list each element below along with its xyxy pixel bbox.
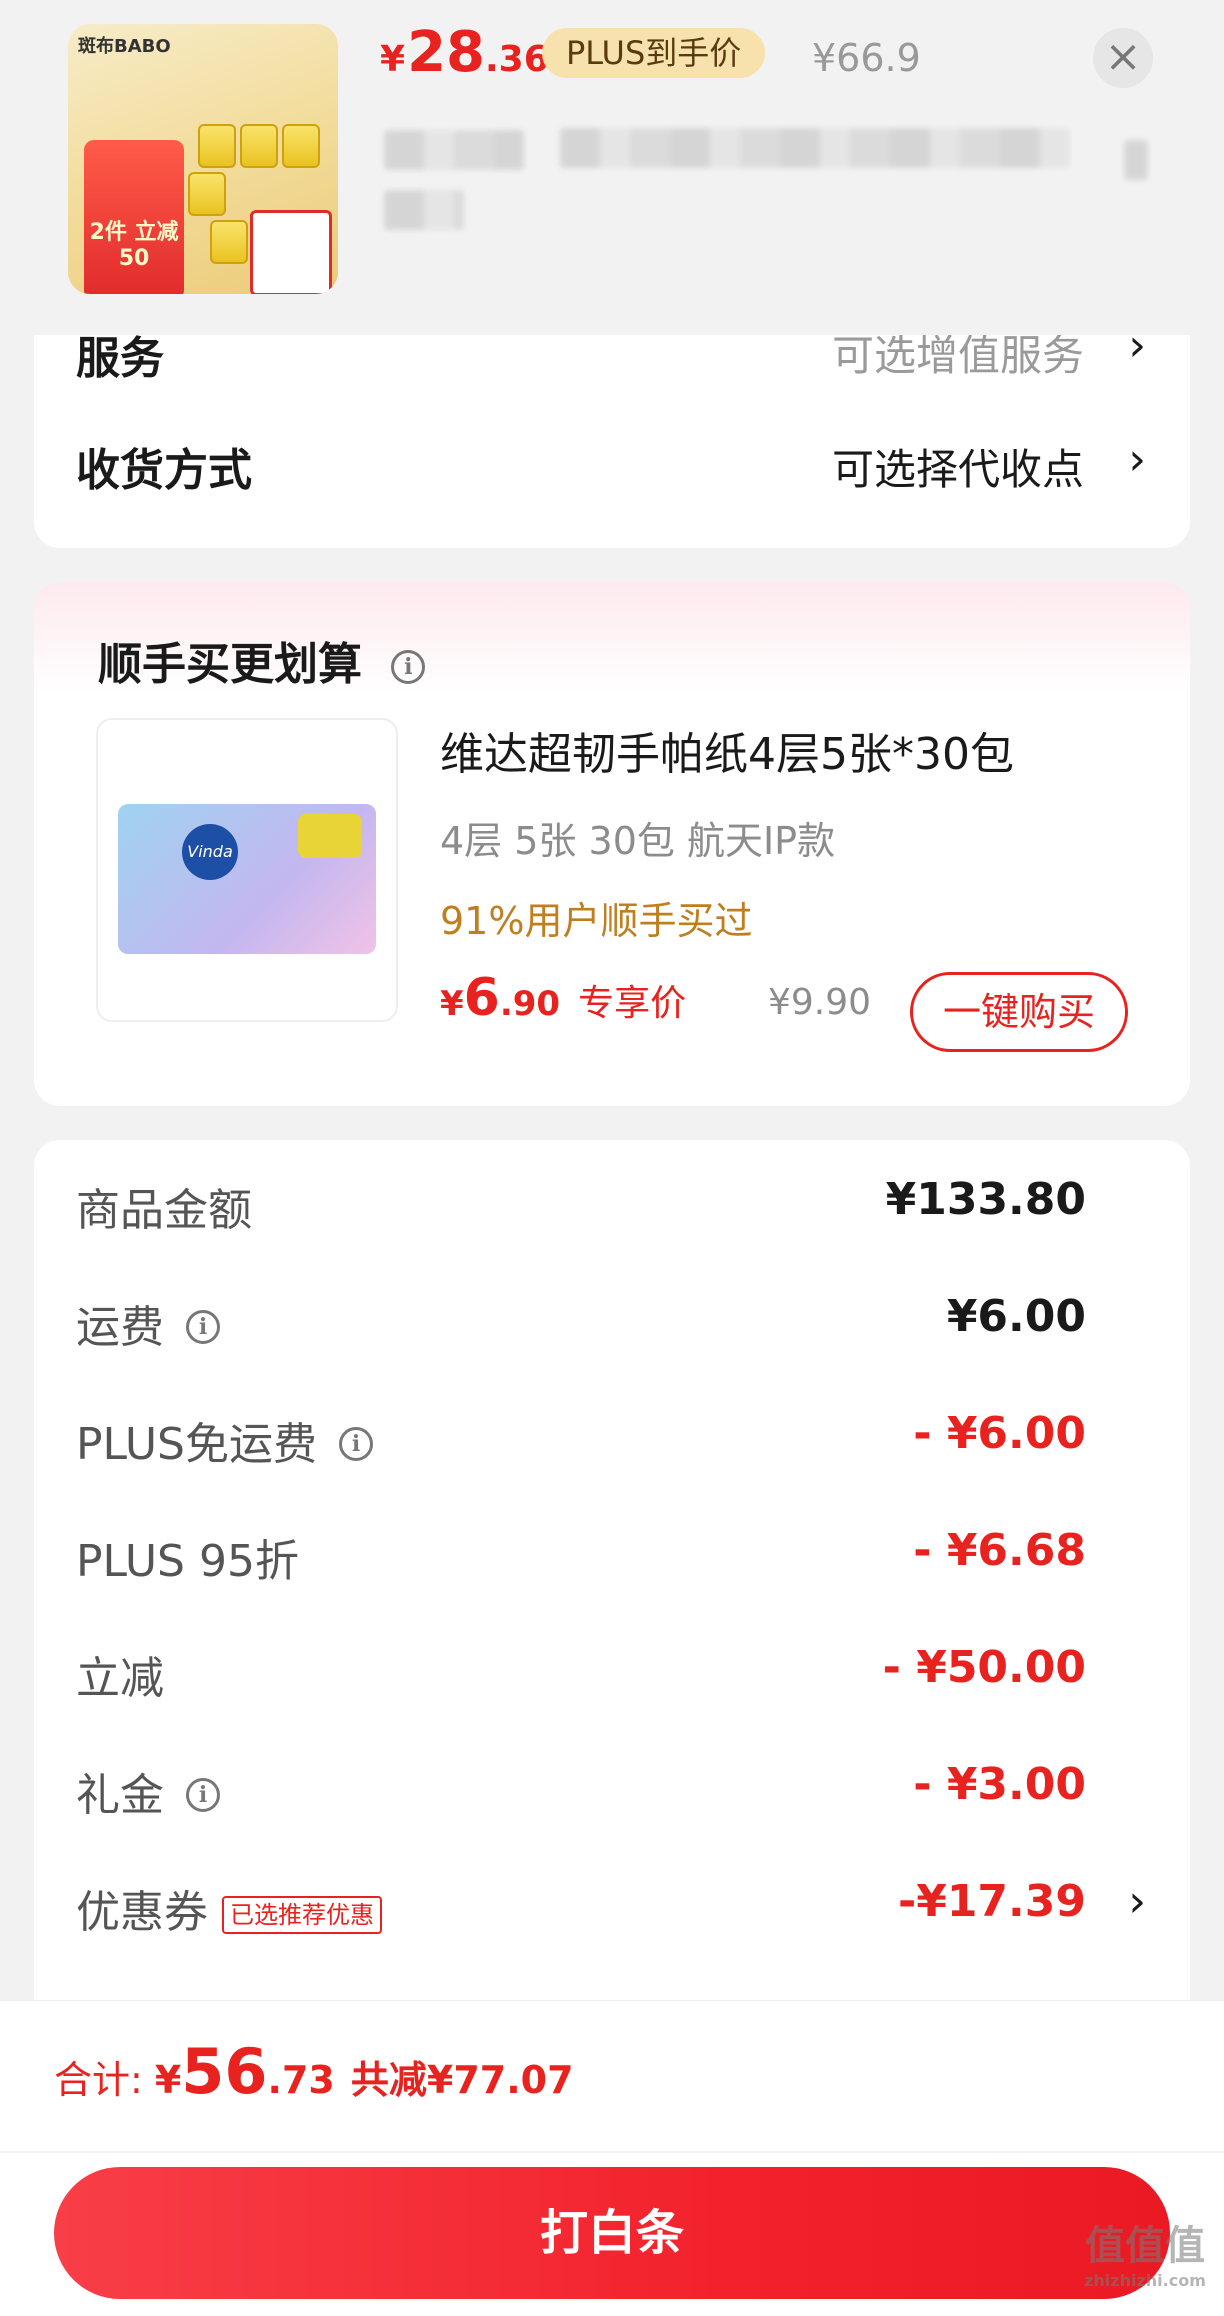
watermark-logo: 值值值 <box>1085 2223 1205 2269</box>
summary-row: 商品金额 ¥133.80 <box>34 1174 1190 1236</box>
info-icon[interactable]: i <box>391 650 426 684</box>
summary-row-label-text: 优惠券 <box>76 1887 208 1938</box>
addon-original-price: ¥9.90 <box>768 982 872 1023</box>
summary-row-label: 商品金额 <box>76 1174 252 1238</box>
summary-row: PLUS 95折 - ¥6.68 <box>34 1525 1190 1587</box>
vinda-logo: Vinda <box>182 824 238 880</box>
thumbnail-brand: 斑布BABO <box>78 36 171 57</box>
price-decimal: .90 <box>499 984 561 1024</box>
watermark-url: zhizhizhi.com <box>1084 2271 1206 2290</box>
tissue-pack-graphic <box>210 220 248 264</box>
summary-row-value: - ¥50.00 <box>882 1642 1086 1693</box>
thumbnail-gift-box <box>250 210 332 294</box>
addon-product-name[interactable]: 维达超韧手帕纸4层5张*30包 <box>440 718 1014 782</box>
one-click-buy-button[interactable]: 一键购买 <box>910 972 1128 1052</box>
header-original-price: ¥66.9 <box>812 36 921 80</box>
summary-row-value: ¥6.00 <box>946 1291 1086 1342</box>
order-total: 合计: ¥ 56 .73 共减¥77.07 <box>54 2035 574 2108</box>
summary-row: 运费 i ¥6.00 <box>34 1291 1190 1353</box>
header-price: ¥ 28 .36 <box>380 20 549 85</box>
info-icon[interactable]: i <box>186 1310 220 1344</box>
product-thumbnail[interactable]: 斑布BABO 2件 立减50 <box>68 24 338 294</box>
service-card: 服务 可选增值服务 › 收货方式 可选择代收点 › <box>34 300 1190 548</box>
addon-product-image[interactable]: Vinda <box>96 718 398 1022</box>
total-label: 合计: <box>54 2058 143 2102</box>
info-icon[interactable]: i <box>339 1427 373 1461</box>
pay-with-baitiao-button[interactable]: 打白条 <box>54 2167 1170 2299</box>
addon-title: 顺手买更划算 i <box>98 628 426 692</box>
summary-row-label: PLUS免运费 i <box>76 1408 373 1472</box>
price-decimal: .36 <box>485 39 549 80</box>
addon-title-text: 顺手买更划算 <box>98 639 362 690</box>
summary-row-value: ¥133.80 <box>885 1174 1086 1225</box>
blurred-product-title <box>384 130 524 170</box>
summary-row: 礼金 i - ¥3.00 <box>34 1759 1190 1821</box>
addon-product-spec: 4层 5张 30包 航天IP款 <box>440 819 836 863</box>
tissue-pack-graphic <box>282 124 320 168</box>
pack-badge <box>298 814 362 858</box>
summary-row-label-text: 立减 <box>76 1653 164 1704</box>
coupon-recommended-tag: 已选推荐优惠 <box>222 1896 382 1934</box>
summary-row-value: - ¥6.00 <box>913 1408 1086 1459</box>
exclusive-price-tag: 专享价 <box>578 983 687 1024</box>
price-summary-card: 商品金额 ¥133.80 运费 i ¥6.00 PLUS免运费 i - ¥6.00 PLUS 9… <box>34 1140 1190 2040</box>
summary-row-label-text: PLUS免运费 <box>76 1419 317 1470</box>
site-watermark: 值值值 zhizhizhi.com <box>1070 2222 1220 2292</box>
addon-card: 顺手买更划算 i Vinda 维达超韧手帕纸4层5张*30包 4层 5张 30包… <box>34 582 1190 1106</box>
price-integer: 28 <box>407 20 485 85</box>
total-savings: 共减¥77.07 <box>350 2058 574 2102</box>
product-header: 斑布BABO 2件 立减50 ¥ 28 .36 PLUS到手价 ¥66.9 × <box>0 0 1224 335</box>
addon-price: ¥ 6 .90 专享价 <box>440 968 686 1028</box>
info-icon[interactable]: i <box>186 1778 220 1812</box>
summary-row-label: 立减 <box>76 1642 164 1706</box>
summary-row-label-text: 礼金 <box>76 1770 164 1821</box>
addon-social-proof: 91%用户顺手买过 <box>440 899 753 943</box>
divider <box>0 2151 1224 2153</box>
summary-row: PLUS免运费 i - ¥6.00 <box>34 1408 1190 1470</box>
summary-row-label: 优惠券 已选推荐优惠 <box>76 1876 382 1940</box>
summary-row[interactable]: 优惠券 已选推荐优惠 -¥17.39 › <box>34 1876 1190 1938</box>
summary-row-value: -¥17.39 <box>897 1876 1086 1927</box>
chevron-right-icon[interactable]: › <box>1128 1876 1146 1927</box>
summary-row-label-text: 运费 <box>76 1302 164 1353</box>
summary-row-label: 礼金 i <box>76 1759 220 1823</box>
tissue-pack-graphic <box>198 124 236 168</box>
price-currency: ¥ <box>380 39 406 80</box>
close-icon[interactable]: × <box>1093 28 1153 88</box>
thumbnail-promo-text: 2件 立减50 <box>89 220 179 271</box>
plus-price-badge: PLUS到手价 <box>542 28 766 78</box>
delivery-label: 收货方式 <box>76 445 252 496</box>
summary-row-label-text: 商品金额 <box>76 1185 252 1236</box>
blurred-product-title <box>1124 140 1148 180</box>
delivery-value[interactable]: 可选择代收点 <box>832 436 1084 497</box>
tissue-pack-graphic <box>188 172 226 216</box>
price-currency: ¥ <box>440 984 464 1024</box>
total-decimal: .73 <box>267 2058 335 2102</box>
blurred-product-title <box>384 190 464 230</box>
summary-row-label: PLUS 95折 <box>76 1525 299 1589</box>
summary-row-value: - ¥3.00 <box>913 1759 1086 1810</box>
chevron-right-icon[interactable]: › <box>1128 434 1146 485</box>
tissue-pack-graphic <box>240 124 278 168</box>
summary-row-label-text: PLUS 95折 <box>76 1536 299 1587</box>
blurred-product-title <box>560 128 1070 168</box>
checkout-bar: 合计: ¥ 56 .73 共减¥77.07 打白条 <box>0 2000 1224 2316</box>
summary-row-value: - ¥6.68 <box>913 1525 1086 1576</box>
total-currency: ¥ <box>154 2058 182 2102</box>
summary-row: 立减 - ¥50.00 <box>34 1642 1190 1704</box>
total-integer: 56 <box>181 2035 268 2108</box>
price-integer: 6 <box>463 968 500 1028</box>
summary-row-label: 运费 i <box>76 1291 220 1355</box>
